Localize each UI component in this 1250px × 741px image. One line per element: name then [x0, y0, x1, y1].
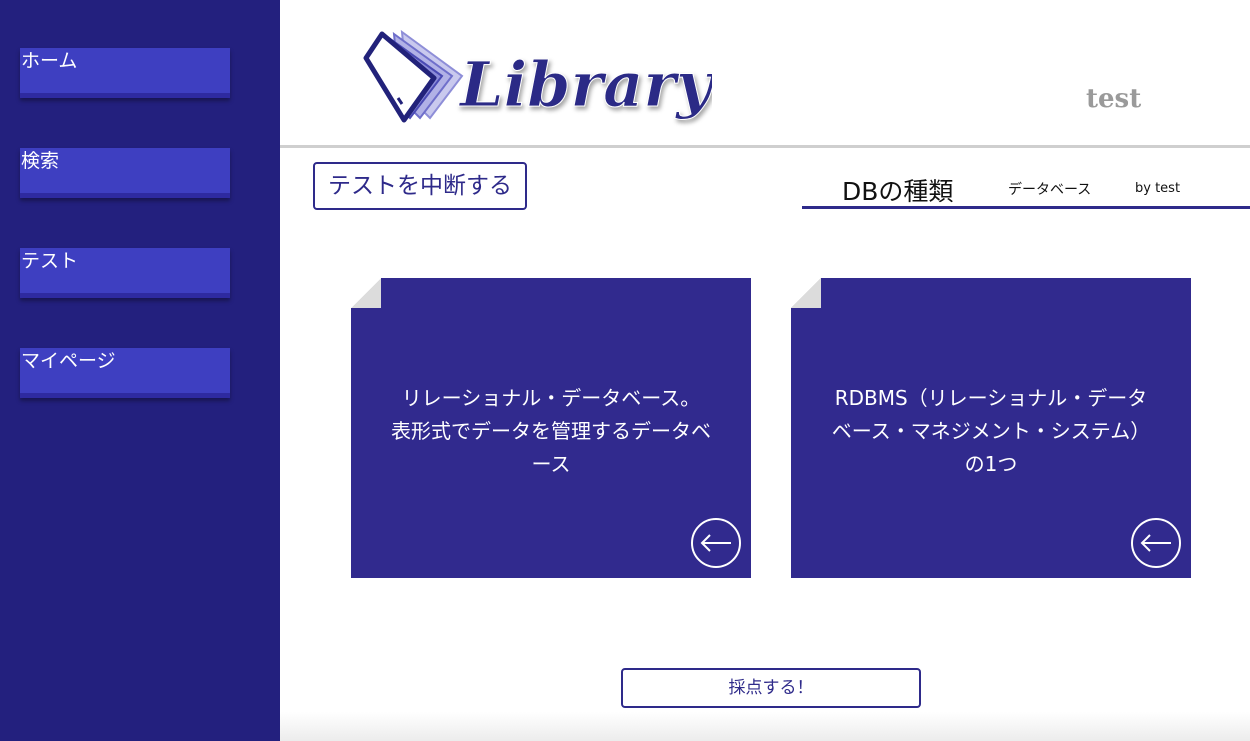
- flash-card[interactable]: RDBMS（リレーショナル・データベース・マネジメント・システム）の1つ: [791, 278, 1191, 578]
- sidebar-item-label: テスト: [21, 250, 79, 272]
- flip-card-button[interactable]: [691, 518, 741, 568]
- quiz-category: データベース: [1008, 182, 1092, 198]
- quiz-title: DBの種類: [842, 177, 954, 206]
- library-logo[interactable]: Library: [362, 26, 717, 130]
- card-text: RDBMS（リレーショナル・データベース・マネジメント・システム）の1つ: [831, 386, 1151, 476]
- book-icon: Library: [363, 29, 717, 123]
- page-fold: [791, 278, 821, 308]
- header: Library test: [280, 0, 1250, 148]
- arrow-left-icon: [700, 534, 731, 552]
- sidebar-item-label: 検索: [21, 150, 60, 172]
- sidebar: ホーム 検索 テスト マイページ: [0, 0, 280, 741]
- card-text: リレーショナル・データベース。 表形式でデータを管理するデータベース: [391, 386, 711, 476]
- logo-text: Library: [458, 48, 712, 121]
- sidebar-item-home[interactable]: ホーム: [20, 48, 230, 98]
- quiz-author: by test: [1135, 181, 1181, 196]
- flash-card[interactable]: リレーショナル・データベース。 表形式でデータを管理するデータベース: [351, 278, 751, 578]
- sidebar-item-test[interactable]: テスト: [20, 248, 230, 298]
- username[interactable]: test: [1086, 84, 1141, 114]
- flip-card-button[interactable]: [1131, 518, 1181, 568]
- quiz-title-bar: DBの種類 データベース by test: [802, 168, 1250, 209]
- arrow-left-icon: [1140, 534, 1171, 552]
- stop-test-button[interactable]: テストを中断する: [313, 162, 527, 210]
- bottom-fade: [280, 712, 1250, 741]
- grade-button[interactable]: 採点する！: [621, 668, 921, 708]
- sidebar-item-search[interactable]: 検索: [20, 148, 230, 198]
- page-fold: [351, 278, 381, 308]
- sidebar-item-label: ホーム: [21, 50, 78, 72]
- sidebar-item-label: マイページ: [21, 350, 116, 372]
- sidebar-item-mypage[interactable]: マイページ: [20, 348, 230, 398]
